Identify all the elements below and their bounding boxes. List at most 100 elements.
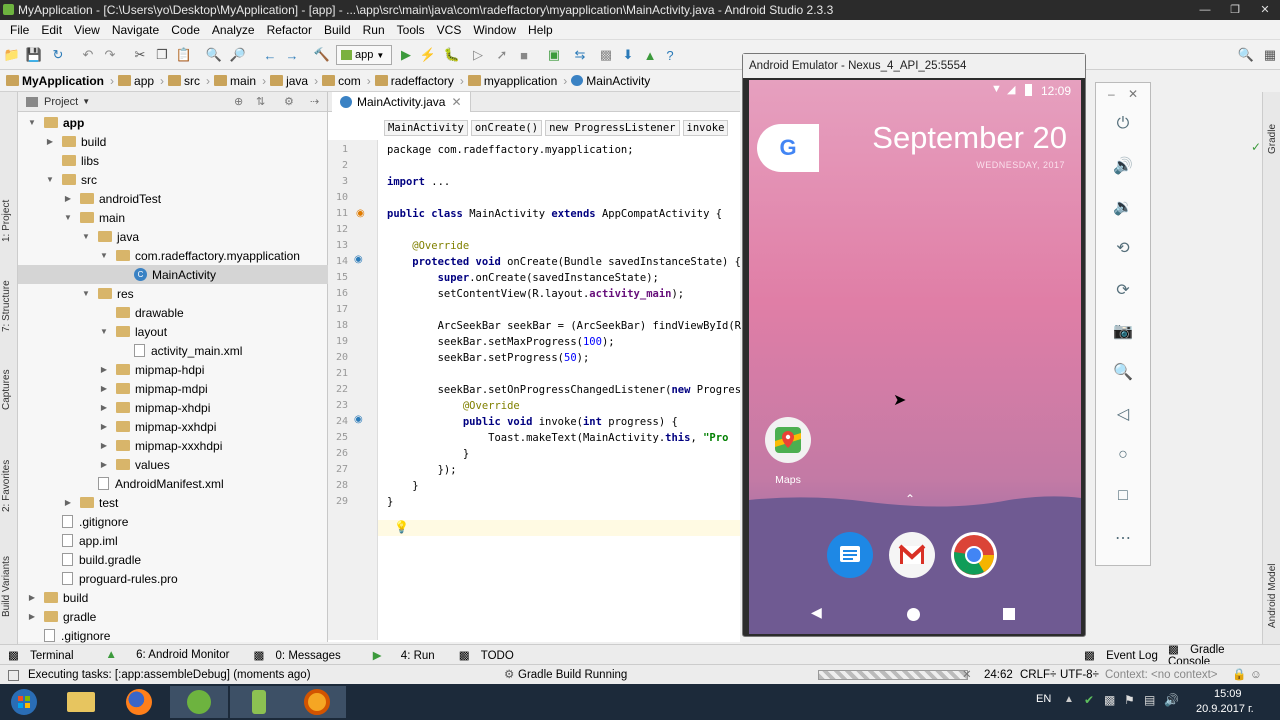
lock-icon[interactable]: 🔒	[1232, 665, 1246, 685]
tree-item[interactable]: .gitignore	[18, 626, 328, 645]
tree-item[interactable]: ▶ build	[18, 588, 328, 607]
menu-view[interactable]: View	[68, 23, 106, 37]
collapsed-arrow-icon[interactable]: ▶	[44, 137, 56, 146]
forward-icon[interactable]: →	[284, 47, 300, 63]
menu-analyze[interactable]: Analyze	[206, 23, 261, 37]
help-icon[interactable]: ?	[662, 47, 678, 63]
hide-icon[interactable]: ⇢	[310, 95, 319, 108]
code-line[interactable]: super.onCreate(savedInstanceState);	[387, 272, 659, 284]
menu-window[interactable]: Window	[467, 23, 522, 37]
explorer-taskbar-icon[interactable]	[52, 686, 110, 718]
breadcrumb-java[interactable]: java ›	[270, 74, 318, 88]
captures-tool-button[interactable]: Captures	[1, 369, 12, 410]
camera-icon[interactable]: 📷	[1112, 320, 1134, 342]
collapsed-arrow-icon[interactable]: ▶	[98, 365, 110, 374]
code-line[interactable]: public class MainActivity extends AppCom…	[387, 208, 722, 220]
code-line[interactable]: public void invoke(int progress) {	[387, 416, 678, 428]
chrome-app-icon[interactable]	[951, 532, 997, 578]
tree-item[interactable]: ▼ src	[18, 170, 328, 189]
gmail-app-icon[interactable]	[889, 532, 935, 578]
tree-item[interactable]: ▼ java	[18, 227, 328, 246]
debug-icon[interactable]: 🐛	[444, 47, 460, 63]
collapsed-arrow-icon[interactable]: ▶	[98, 384, 110, 393]
code-crumb-class[interactable]: MainActivity	[384, 120, 468, 136]
collapsed-arrow-icon[interactable]: ▶	[62, 194, 74, 203]
tray-flag-icon[interactable]: ⚑	[1124, 693, 1135, 707]
rotate-left-icon[interactable]: ⟲	[1112, 237, 1134, 259]
code-line[interactable]: }	[387, 496, 393, 508]
run-config-select[interactable]: app ▼	[336, 45, 392, 65]
tree-item[interactable]: AndroidManifest.xml	[18, 474, 328, 493]
undo-icon[interactable]: ↶	[80, 47, 96, 63]
zoom-icon[interactable]: 🔍	[1112, 361, 1134, 383]
android-studio-taskbar-icon[interactable]	[170, 686, 228, 718]
expanded-arrow-icon[interactable]: ▼	[80, 289, 92, 298]
emulator-screen[interactable]: ▼ ◢ 12:09 G September 20 WEDNESDAY, 2017…	[749, 80, 1081, 634]
home-nav-icon[interactable]	[907, 608, 920, 621]
maps-app-icon[interactable]	[765, 417, 811, 463]
messages-tool-button[interactable]: ▩ 0: Messages	[253, 648, 348, 662]
recents-nav-icon[interactable]	[1003, 608, 1015, 620]
collapsed-arrow-icon[interactable]: ▶	[26, 612, 38, 621]
tree-item[interactable]: ▼ app	[18, 113, 328, 132]
network-icon[interactable]: ▤	[1144, 693, 1155, 707]
run-icon[interactable]: ▶	[398, 47, 414, 63]
minimize-button[interactable]: —	[1190, 0, 1220, 20]
code-crumb-method[interactable]: onCreate()	[470, 120, 543, 136]
tree-item[interactable]: build.gradle	[18, 550, 328, 569]
volume-icon[interactable]: 🔊	[1164, 693, 1179, 707]
search-everywhere-icon[interactable]: 🔍	[1238, 47, 1254, 63]
project-tool-button[interactable]: 1: Project	[1, 200, 12, 242]
menu-refactor[interactable]: Refactor	[261, 23, 318, 37]
collapsed-arrow-icon[interactable]: ▶	[26, 593, 38, 602]
tray-app-icon[interactable]: ▩	[1104, 693, 1115, 707]
sync-icon[interactable]: ↻	[50, 47, 66, 63]
google-search-widget[interactable]: G	[757, 124, 819, 172]
gear-icon[interactable]: ⚙	[284, 95, 294, 108]
line-separator[interactable]: CRLF÷	[1020, 665, 1056, 685]
implement-method-icon[interactable]: ◉	[354, 414, 363, 425]
tree-item[interactable]: ▼ main	[18, 208, 328, 227]
tree-item[interactable]: ▶ mipmap-hdpi	[18, 360, 328, 379]
apply-changes-icon[interactable]: ⚡	[420, 47, 436, 63]
android-monitor-tool-button[interactable]: ▲ 6: Android Monitor	[98, 649, 238, 661]
cut-icon[interactable]: ✂	[132, 47, 148, 63]
breadcrumb-radeffactory[interactable]: radeffactory ›	[374, 74, 464, 88]
minimize-emulator-icon[interactable]: –	[1108, 87, 1115, 101]
file-encoding[interactable]: UTF-8÷	[1060, 665, 1099, 685]
menu-file[interactable]: File	[4, 23, 35, 37]
tree-item[interactable]: ▶ test	[18, 493, 328, 512]
copy-icon[interactable]: ❐	[154, 47, 170, 63]
maximize-button[interactable]: ❐	[1220, 0, 1250, 20]
tree-item[interactable]: proguard-rules.pro	[18, 569, 328, 588]
code-line[interactable]: Toast.makeText(MainActivity.this, "Pro	[387, 432, 728, 444]
collapsed-arrow-icon[interactable]: ▶	[98, 422, 110, 431]
collapsed-arrow-icon[interactable]: ▶	[62, 498, 74, 507]
tree-item[interactable]: drawable	[18, 303, 328, 322]
menu-vcs[interactable]: VCS	[431, 23, 468, 37]
back-nav-icon[interactable]: ◀	[811, 604, 822, 621]
rotate-right-icon[interactable]: ⟳	[1112, 279, 1134, 301]
scroll-from-source-icon[interactable]: ⊕	[234, 95, 243, 108]
stop-icon[interactable]: ■	[516, 47, 532, 63]
tree-item[interactable]: ▶ mipmap-mdpi	[18, 379, 328, 398]
code-line[interactable]: @Override	[387, 400, 520, 412]
save-all-icon[interactable]: 💾	[26, 47, 42, 63]
expanded-arrow-icon[interactable]: ▼	[80, 232, 92, 241]
build-variants-tool-button[interactable]: Build Variants	[1, 556, 12, 617]
tab-mainactivity-java[interactable]: MainActivity.java ✕	[332, 92, 471, 112]
breadcrumb-app[interactable]: app ›	[118, 74, 164, 88]
collapse-all-icon[interactable]: ⇅	[256, 95, 265, 108]
back-icon[interactable]: ←	[262, 47, 278, 63]
language-indicator[interactable]: EN	[1036, 693, 1051, 705]
start-button[interactable]	[0, 686, 48, 718]
redo-icon[interactable]: ↷	[102, 47, 118, 63]
collapsed-arrow-icon[interactable]: ▶	[98, 460, 110, 469]
event-log-tool-button[interactable]: ▩ Event Log	[1084, 648, 1166, 662]
tree-item[interactable]: ▼ com.radeffactory.myapplication	[18, 246, 328, 265]
close-tab-icon[interactable]: ✕	[451, 95, 461, 109]
code-line[interactable]: }	[387, 448, 469, 460]
breadcrumb-main[interactable]: main ›	[214, 74, 266, 88]
menu-build[interactable]: Build	[318, 23, 357, 37]
code-crumb-invoke[interactable]: invoke	[682, 120, 729, 136]
